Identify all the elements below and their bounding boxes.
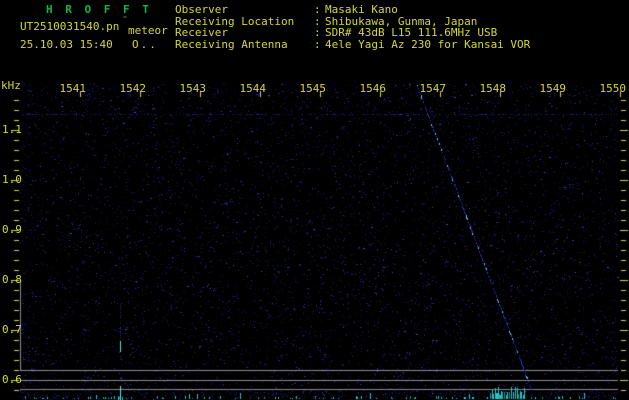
meta-separator: : [314,38,321,51]
app-title: H R O F F T [46,3,152,16]
y-axis-unit-label: kHz [1,79,21,92]
file-name: UT2510031540.pn [20,20,120,33]
x-tick-label: 1541 [59,82,87,95]
x-tick-label: 1544 [239,82,267,95]
x-tick-label: 1550 [599,82,627,95]
x-tick-label: 1542 [119,82,147,95]
meta-label: Receiving Antenna [175,38,288,51]
status-indicator: O.. [132,38,158,51]
y-tick-label: 0.8 [2,273,22,286]
y-tick-label: 1.1 [2,123,22,136]
datetime-label: 25.10.03 15:40 [20,38,113,51]
y-tick-label: 0.6 [2,373,22,386]
x-tick-label: 1545 [299,82,327,95]
x-tick-label: 1549 [539,82,567,95]
meta-value: 4ele Yagi Az 230 for Kansai VOR [325,38,531,51]
x-tick-label: 1546 [359,82,387,95]
metadata-block: Observer: Masaki Kano Receiving Location:… [175,4,530,76]
y-tick-label: 0.9 [2,223,22,236]
meta-row-antenna: Receiving Antenna:4ele Yagi Az 230 for K… [175,39,530,51]
x-tick-label: 1547 [419,82,447,95]
station-name: meteor [128,24,168,37]
hrofft-spectrogram-window: H R O F F T UT2510031540.pn ¨ meteor 25.… [0,0,629,400]
y-tick-label: 1.0 [2,173,22,186]
y-tick-label: 0.7 [2,323,22,336]
x-tick-label: 1543 [179,82,207,95]
x-tick-label: 1548 [479,82,507,95]
spectrogram-canvas [0,0,629,400]
